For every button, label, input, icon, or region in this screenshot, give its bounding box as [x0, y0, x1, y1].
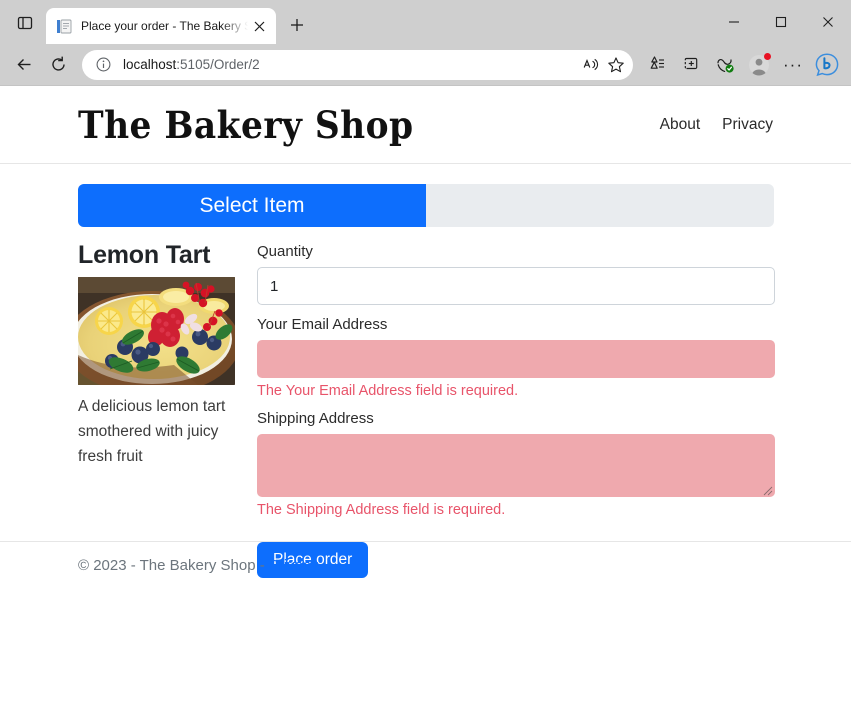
- back-button[interactable]: [8, 49, 40, 81]
- site-brand[interactable]: The Bakery Shop: [78, 103, 619, 147]
- tab-close-icon[interactable]: [248, 15, 270, 37]
- maximize-icon: [775, 16, 786, 28]
- quantity-field-group: Quantity: [257, 243, 775, 305]
- window-close-icon: [822, 17, 833, 27]
- product-summary: Lemon Tart A delicious lemon tart smothe…: [78, 241, 235, 578]
- refresh-icon: [51, 56, 65, 71]
- browser-essentials-icon: [717, 58, 734, 73]
- back-arrow-icon: [17, 59, 30, 70]
- shipping-textarea[interactable]: [257, 434, 775, 497]
- browser-tab[interactable]: Place your order - The Bakery Sh: [46, 8, 276, 44]
- lemon-tart-illustration: [78, 277, 235, 385]
- footer-copyright: © 2023 - The Bakery Shop -: [78, 557, 269, 574]
- window-controls: [710, 0, 851, 44]
- product-name: Lemon Tart: [78, 241, 211, 269]
- url-host: localhost: [123, 57, 177, 72]
- tab-title: Place your order - The Bakery Sh: [81, 19, 248, 33]
- browser-toolbar: localhost:5105/Order/2 ···: [0, 44, 851, 85]
- star-glyph: [608, 56, 624, 72]
- email-input[interactable]: [257, 340, 775, 378]
- bing-copilot-icon: [815, 52, 839, 76]
- email-field-group: Your Email Address The Your Email Addres…: [257, 316, 775, 399]
- split-screen-icon: [684, 57, 697, 70]
- site-nav: About Privacy: [660, 116, 773, 134]
- new-tab-button[interactable]: [282, 10, 312, 40]
- profile-button[interactable]: [743, 49, 775, 81]
- close-glyph: [254, 21, 264, 31]
- email-validation-message: The Your Email Address field is required…: [257, 383, 519, 399]
- read-aloud-glyph: [583, 58, 598, 71]
- window-close-button[interactable]: [804, 0, 851, 44]
- quantity-input[interactable]: [257, 267, 775, 305]
- collections-icon: [650, 56, 664, 69]
- refresh-button[interactable]: [42, 49, 74, 81]
- profile-notification-dot: [764, 52, 771, 60]
- browser-essentials-button[interactable]: [709, 49, 741, 81]
- settings-more-button[interactable]: ···: [777, 49, 809, 81]
- shipping-textarea-wrapper: [257, 434, 775, 497]
- shipping-label: Shipping Address: [257, 410, 374, 427]
- shipping-field-group: Shipping Address The Shipping Address fi…: [257, 410, 775, 518]
- email-label: Your Email Address: [257, 316, 388, 333]
- copilot-button[interactable]: [811, 49, 843, 81]
- page-viewport: The Bakery Shop About Privacy Select Ite…: [0, 86, 851, 709]
- collections-button[interactable]: [641, 49, 673, 81]
- quantity-label: Quantity: [257, 243, 313, 260]
- product-description: A delicious lemon tart smothered with ju…: [78, 398, 226, 466]
- tab-search-glyph: [17, 16, 33, 30]
- nav-link-about[interactable]: About: [660, 116, 701, 134]
- tab-search-icon[interactable]: [8, 6, 42, 40]
- minimize-button[interactable]: [710, 0, 757, 44]
- tab-strip: Place your order - The Bakery Sh: [0, 0, 851, 44]
- shipping-validation-message: The Shipping Address field is required.: [257, 502, 506, 518]
- minimize-icon: [728, 21, 739, 23]
- info-circle-icon: [96, 57, 110, 72]
- more-dots-icon: ···: [783, 54, 803, 74]
- url-text[interactable]: localhost:5105/Order/2: [123, 57, 577, 72]
- step-bar-wrapper: Select Item: [0, 164, 851, 227]
- nav-link-privacy[interactable]: Privacy: [722, 116, 773, 134]
- site-footer: © 2023 - The Bakery Shop - Privacy: [0, 541, 851, 589]
- footer-privacy-link[interactable]: Privacy: [269, 557, 318, 574]
- page-favicon-glyph: [57, 19, 72, 33]
- plus-icon: [291, 19, 303, 31]
- favorite-star-icon[interactable]: [603, 52, 629, 78]
- site-info-icon[interactable]: [92, 54, 114, 76]
- browser-window: Place your order - The Bakery Sh localho…: [0, 0, 851, 709]
- address-bar[interactable]: localhost:5105/Order/2: [82, 49, 633, 80]
- lemon-tart-photo: [78, 277, 235, 385]
- order-step-bar: Select Item: [78, 184, 774, 227]
- page-favicon: [56, 18, 73, 35]
- site-header: The Bakery Shop About Privacy: [0, 86, 851, 164]
- url-path: :5105/Order/2: [176, 57, 260, 72]
- step-select-item[interactable]: Select Item: [78, 184, 426, 227]
- split-screen-button[interactable]: [675, 49, 707, 81]
- order-content: Lemon Tart A delicious lemon tart smothe…: [0, 227, 851, 578]
- read-aloud-icon[interactable]: [577, 52, 603, 78]
- maximize-button[interactable]: [757, 0, 804, 44]
- order-form: Quantity Your Email Address The Your Ema…: [257, 241, 775, 578]
